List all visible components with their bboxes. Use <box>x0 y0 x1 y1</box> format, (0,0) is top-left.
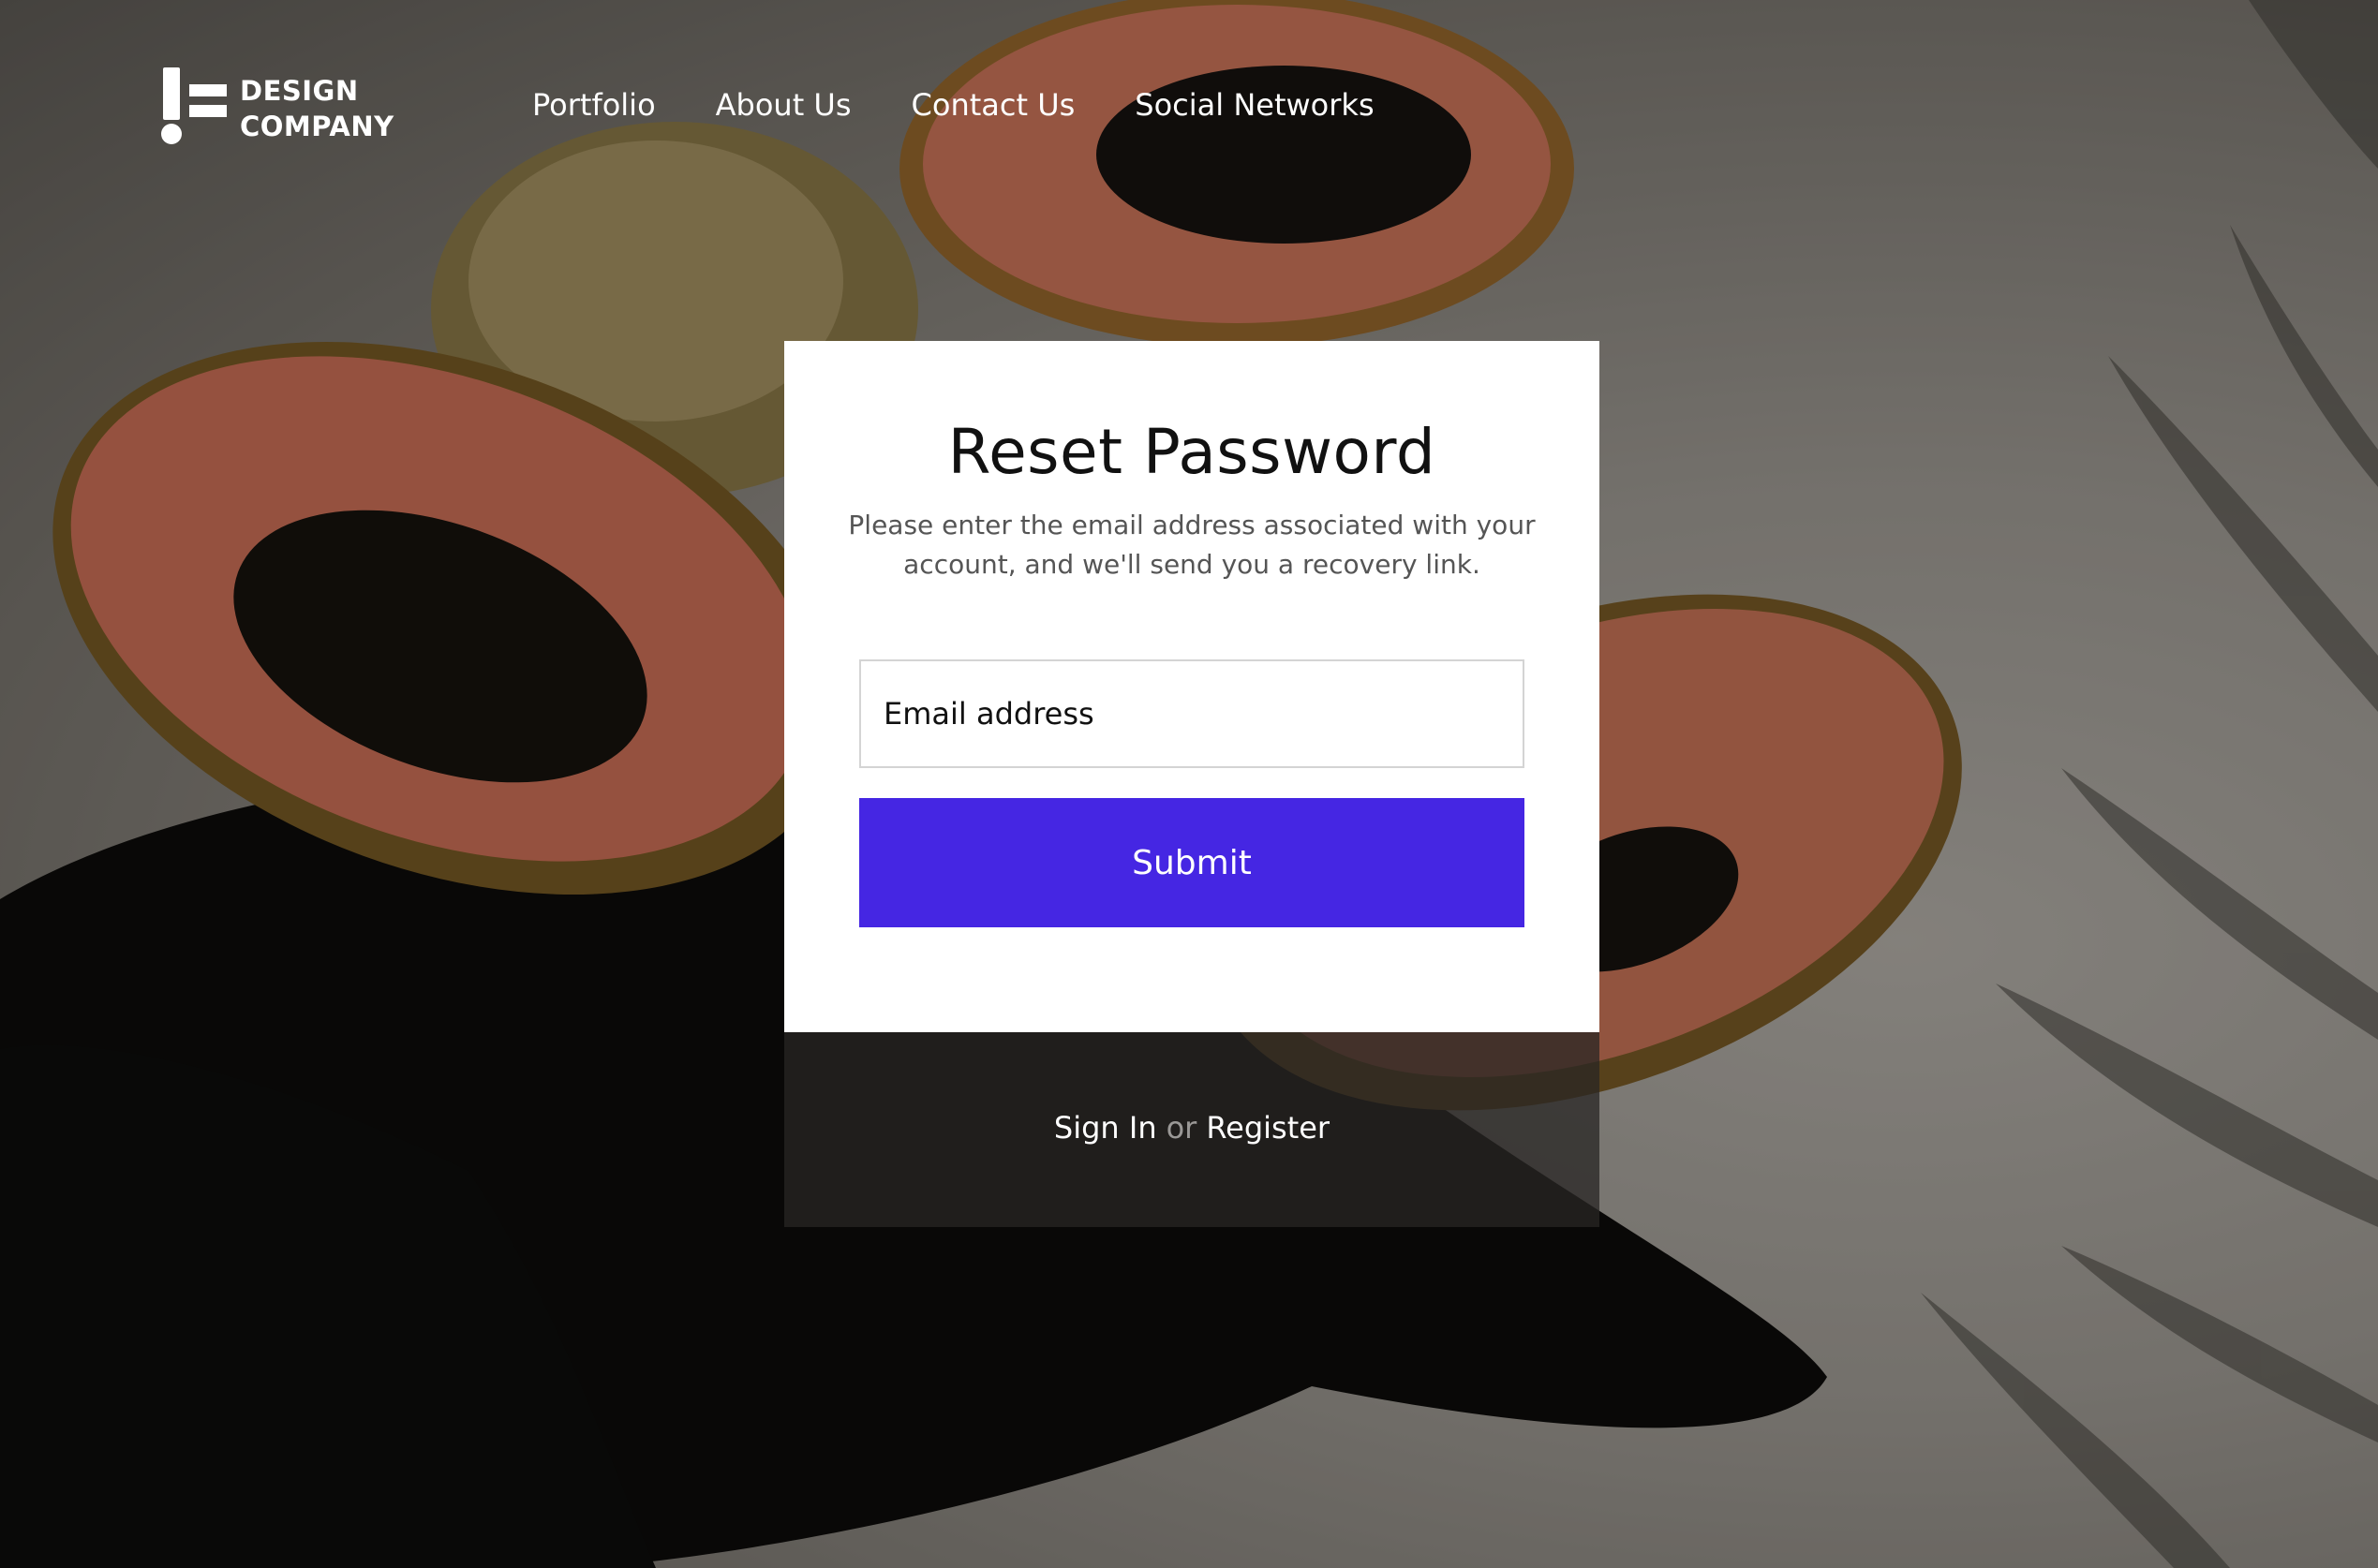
sign-in-link[interactable]: Sign In <box>1054 1110 1157 1146</box>
email-input[interactable] <box>859 659 1524 768</box>
nav-about-us[interactable]: About Us <box>716 84 852 126</box>
card-title: Reset Password <box>947 416 1436 488</box>
logo-text: DESIGN COMPANY <box>240 73 394 144</box>
or-separator: or <box>1166 1110 1197 1146</box>
logo-icon <box>161 66 229 144</box>
logo-line-2: COMPANY <box>240 111 394 142</box>
reset-password-card: Reset Password Please enter the email ad… <box>784 341 1599 1032</box>
logo-line-1: DESIGN <box>240 75 359 107</box>
register-link[interactable]: Register <box>1206 1110 1330 1146</box>
company-logo[interactable]: DESIGN COMPANY <box>161 66 394 144</box>
card-description: Please enter the email address associate… <box>848 510 1536 580</box>
nav-portfolio[interactable]: Portfolio <box>532 84 656 126</box>
main-nav: Portfolio About Us Contact Us Social Net… <box>532 84 1375 126</box>
nav-social-networks[interactable]: Social Networks <box>1135 84 1374 126</box>
nav-contact-us[interactable]: Contact Us <box>912 84 1076 126</box>
auth-links-panel: Sign In or Register <box>784 1032 1599 1227</box>
submit-button[interactable]: Submit <box>859 798 1524 927</box>
